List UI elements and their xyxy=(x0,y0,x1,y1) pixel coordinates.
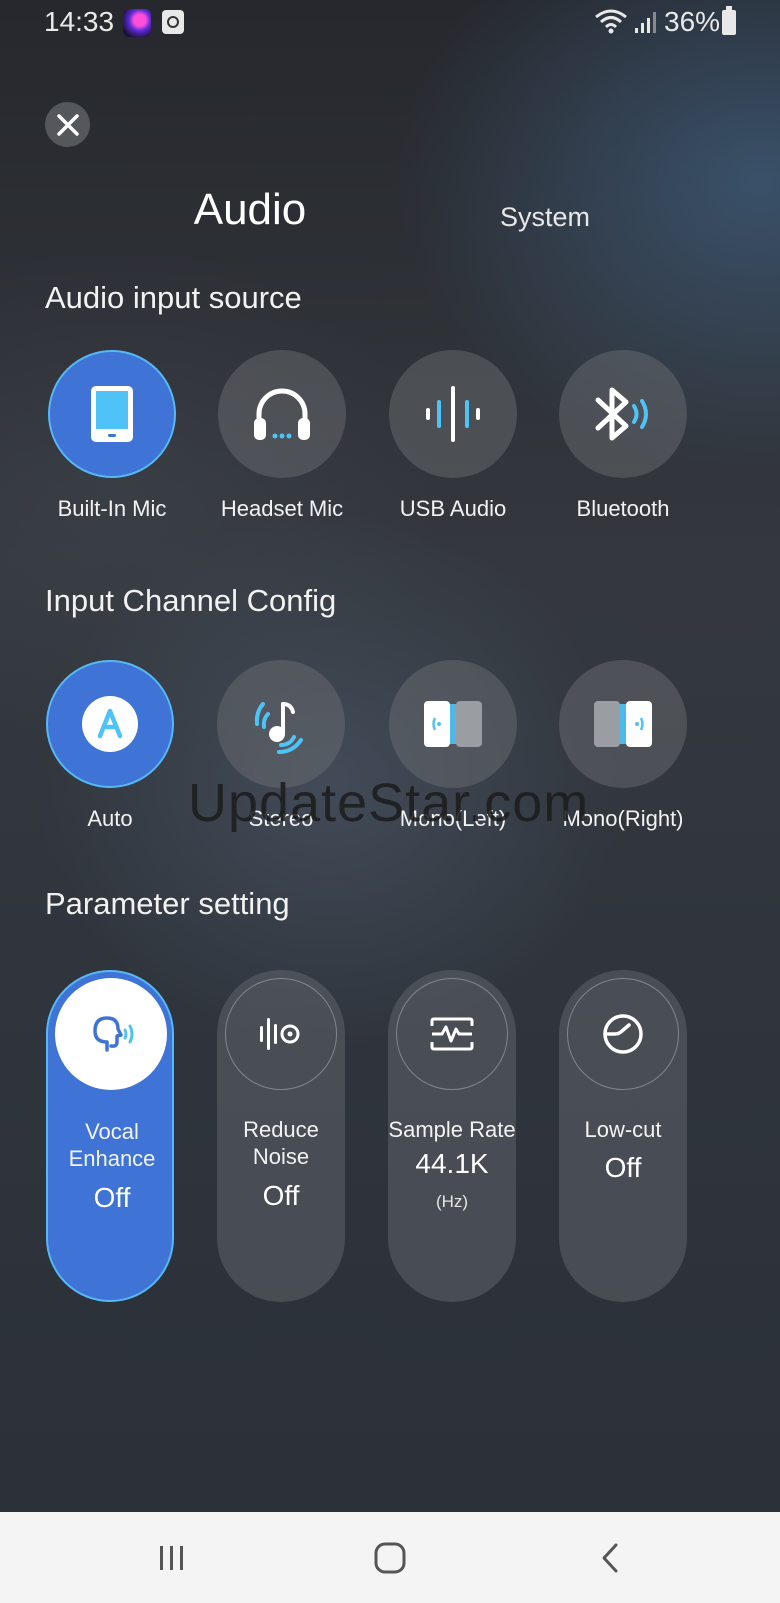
battery-percent: 36% xyxy=(664,6,721,37)
recorder-notification-icon xyxy=(162,10,184,34)
vocal-enhance-icon-circle xyxy=(55,978,167,1090)
usb-audio-button[interactable] xyxy=(389,350,517,478)
reduce-noise-icon-circle xyxy=(225,978,337,1090)
option-bluetooth[interactable]: Bluetooth xyxy=(538,350,708,522)
auto-button[interactable] xyxy=(46,660,174,788)
headset-icon xyxy=(254,388,310,440)
signal-icon xyxy=(635,12,656,33)
bluetooth-label: Bluetooth xyxy=(576,496,670,521)
mono-left-button[interactable] xyxy=(389,660,517,788)
home-button[interactable] xyxy=(370,1540,410,1576)
option-headset-mic[interactable]: Headset Mic xyxy=(197,350,367,522)
sample-rate-icon-circle xyxy=(396,978,508,1090)
sample-rate-unit: (Hz) xyxy=(435,1192,469,1211)
tab-audio[interactable]: Audio xyxy=(150,185,350,235)
option-auto[interactable]: Auto xyxy=(25,660,195,832)
wifi-icon xyxy=(595,9,627,34)
app-notification-icon xyxy=(123,9,151,37)
section-title-parameters: Parameter setting xyxy=(45,886,290,921)
sound-wave-icon xyxy=(426,386,480,442)
bluetooth-button[interactable] xyxy=(559,350,687,478)
usb-audio-label: USB Audio xyxy=(399,496,507,521)
vocal-enhance-value: Off xyxy=(93,1182,131,1213)
sample-rate-value: 44.1K xyxy=(415,1148,489,1179)
reduce-noise-icon xyxy=(260,1018,300,1050)
tablet-icon xyxy=(91,386,133,442)
section-title-input-source: Audio input source xyxy=(45,280,302,315)
option-built-in-mic[interactable]: Built-In Mic xyxy=(27,350,197,522)
stereo-music-icon xyxy=(254,702,303,754)
recent-apps-button[interactable] xyxy=(152,1540,192,1576)
sample-rate-icon xyxy=(430,1017,474,1051)
headset-mic-button[interactable] xyxy=(218,350,346,478)
home-icon xyxy=(374,1542,406,1574)
recent-apps-icon xyxy=(160,1546,183,1570)
bluetooth-icon xyxy=(595,387,648,441)
sample-rate-selector[interactable]: Sample Rate 44.1K (Hz) xyxy=(388,970,516,1302)
battery-icon xyxy=(722,6,736,35)
section-title-channel-config: Input Channel Config xyxy=(45,583,337,618)
vocal-enhance-toggle[interactable]: Vocal Enhance Off xyxy=(46,970,174,1302)
low-cut-label: Low-cut xyxy=(584,1117,662,1142)
mono-right-button[interactable] xyxy=(559,660,687,788)
headset-mic-label: Headset Mic xyxy=(220,496,344,521)
low-cut-icon xyxy=(603,1014,643,1054)
navigation-bar xyxy=(0,1512,780,1603)
built-in-mic-button[interactable] xyxy=(48,350,176,478)
status-time: 14:33 xyxy=(44,6,115,37)
low-cut-toggle[interactable]: Low-cut Off xyxy=(559,970,687,1302)
tab-system[interactable]: System xyxy=(470,202,620,233)
low-cut-icon-circle xyxy=(567,978,679,1090)
low-cut-value: Off xyxy=(604,1152,642,1183)
mono-right-icon xyxy=(594,701,652,747)
auto-icon xyxy=(82,696,138,752)
built-in-mic-label: Built-In Mic xyxy=(57,496,167,521)
stereo-button[interactable] xyxy=(217,660,345,788)
back-button[interactable] xyxy=(590,1540,630,1576)
close-button[interactable] xyxy=(45,102,90,147)
vocal-enhance-label: Vocal Enhance xyxy=(68,1119,156,1171)
close-icon xyxy=(56,113,79,136)
reduce-noise-value: Off xyxy=(262,1180,300,1211)
back-icon xyxy=(602,1543,618,1573)
watermark-text: UpdateStar.com xyxy=(188,773,590,833)
sample-rate-label: Sample Rate xyxy=(388,1117,516,1142)
status-bar: 14:33 36% xyxy=(0,0,780,46)
option-usb-audio[interactable]: USB Audio xyxy=(368,350,538,522)
vocal-enhance-icon xyxy=(93,1016,134,1052)
mono-left-icon xyxy=(424,701,482,747)
reduce-noise-label: Reduce Noise xyxy=(243,1117,319,1169)
reduce-noise-toggle[interactable]: Reduce Noise Off xyxy=(217,970,345,1302)
auto-label: Auto xyxy=(87,806,133,831)
